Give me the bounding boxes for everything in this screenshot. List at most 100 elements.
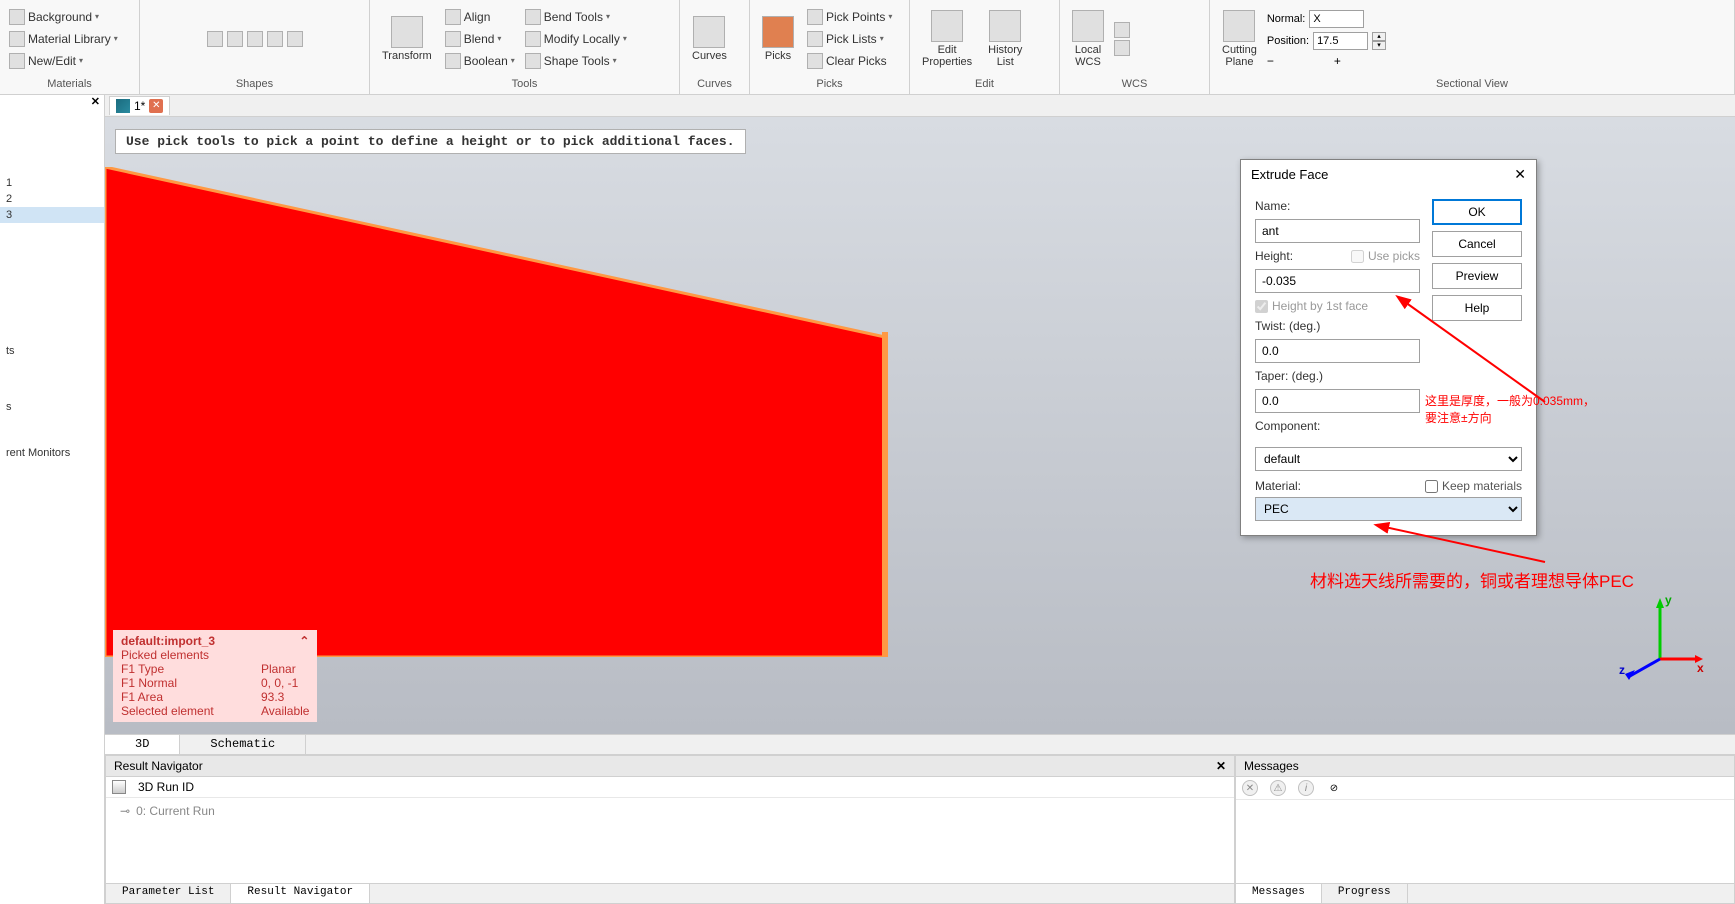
parameter-list-tab[interactable]: Parameter List [106,884,231,903]
local-wcs-button[interactable]: Local WCS [1066,8,1110,70]
filter-icon[interactable] [112,780,126,794]
document-tabs: 1* ✕ [105,95,1735,117]
height-input[interactable] [1255,269,1420,293]
document-tab[interactable]: 1* ✕ [109,96,170,115]
wcs-group-label: WCS [1066,75,1203,92]
edit-group-label: Edit [916,75,1053,92]
tree-item[interactable]: s [0,399,104,415]
annotation-thickness: 这里是厚度，一般为0.035mm， 要注意±方向 [1425,392,1735,426]
component-select[interactable]: default [1255,447,1522,471]
error-filter-icon[interactable]: ✕ [1242,780,1258,796]
result-navigator-tab[interactable]: Result Navigator [231,884,370,903]
pick-hint: Use pick tools to pick a point to define… [115,129,746,154]
ok-button[interactable]: OK [1432,199,1522,225]
curves-group-label: Curves [686,75,743,92]
twist-input[interactable] [1255,339,1420,363]
shape-cone-icon[interactable] [267,31,283,47]
close-icon[interactable]: ✕ [91,95,100,108]
bend-tools-button[interactable]: Bend Tools▾ [522,7,630,27]
tab-close-icon[interactable]: ✕ [149,99,163,113]
clear-messages-icon[interactable]: ⊘ [1326,780,1342,796]
normal-label: Normal: [1267,13,1306,25]
twist-label: Twist: (deg.) [1255,319,1420,333]
edit-properties-button[interactable]: Edit Properties [916,8,978,70]
messages-tab[interactable]: Messages [1236,884,1322,903]
background-button[interactable]: Background▾ [6,7,121,27]
shape-cube-icon[interactable] [207,31,223,47]
schematic-tab[interactable]: Schematic [180,735,306,754]
materials-group-label: Materials [6,75,133,92]
slider-minus[interactable]: − [1267,54,1274,68]
material-library-button[interactable]: Material Library▾ [6,29,121,49]
shape-sphere-icon[interactable] [227,31,243,47]
curves-button[interactable]: Curves [686,14,733,64]
warning-filter-icon[interactable]: ⚠ [1270,780,1286,796]
cst-file-icon [116,99,130,113]
shape-cylinder-icon[interactable] [247,31,263,47]
extrude-face-dialog: Extrude Face ✕ Name: Height: Use picks H… [1240,159,1537,536]
boolean-button[interactable]: Boolean▾ [442,51,518,71]
help-button[interactable]: Help [1432,295,1522,321]
tree-item[interactable]: ts [0,343,104,359]
new-edit-button[interactable]: New/Edit▾ [6,51,121,71]
ribbon-toolbar: Background▾ Material Library▾ New/Edit▾ … [0,0,1735,95]
shape-tools-button[interactable]: Shape Tools▾ [522,51,630,71]
clear-picks-button[interactable]: Clear Picks [804,51,895,71]
normal-input[interactable] [1309,10,1364,28]
tab-label: 1* [134,99,145,113]
pick-lists-button[interactable]: Pick Lists▾ [804,29,895,49]
name-input[interactable] [1255,219,1420,243]
picks-button[interactable]: Picks [756,14,800,64]
preview-button[interactable]: Preview [1432,263,1522,289]
position-input[interactable] [1313,32,1368,50]
shapes-group-label: Shapes [146,75,363,92]
modify-locally-button[interactable]: Modify Locally▾ [522,29,630,49]
name-label: Name: [1255,199,1420,213]
tree-item[interactable]: 2 [0,191,104,207]
3d-viewport[interactable]: Use pick tools to pick a point to define… [105,117,1735,734]
align-button[interactable]: Align [442,7,518,27]
view-tabs: 3D Schematic [105,734,1735,754]
height-by-face-checkbox [1255,300,1268,313]
tree-item[interactable]: rent Monitors [0,445,104,461]
run-id-label: 3D Run ID [138,780,194,794]
tree-item[interactable]: 1 [0,175,104,191]
taper-label: Taper: (deg.) [1255,369,1420,383]
result-navigator-panel: Result Navigator ✕ 3D Run ID ⊸0: Current … [105,755,1235,904]
history-list-button[interactable]: History List [982,8,1028,70]
panel-close-icon[interactable]: ✕ [1216,759,1226,773]
svg-text:x: x [1697,661,1704,675]
position-down[interactable]: ▾ [1372,41,1386,50]
progress-tab[interactable]: Progress [1322,884,1408,903]
transform-button[interactable]: Transform [376,14,438,64]
picks-group-label: Picks [756,75,903,92]
info-filter-icon[interactable]: i [1298,780,1314,796]
position-up[interactable]: ▴ [1372,32,1386,41]
navigation-tree: ✕ 1 2 3 ts s rent Monitors [0,95,105,904]
cutting-plane-button[interactable]: Cutting Plane [1216,8,1263,70]
use-picks-checkbox [1351,250,1364,263]
current-run-item[interactable]: ⊸0: Current Run [116,802,1224,820]
3d-tab[interactable]: 3D [105,735,180,754]
pick-points-button[interactable]: Pick Points▾ [804,7,895,27]
messages-panel: Messages ✕ ⚠ i ⊘ Messages Progress [1235,755,1735,904]
panel-title: Result Navigator [114,759,203,773]
tree-item[interactable]: 3 [0,207,104,223]
dialog-close-icon[interactable]: ✕ [1514,166,1526,183]
keep-materials-checkbox[interactable] [1425,480,1438,493]
sectional-group-label: Sectional View [1216,75,1728,92]
component-label: Component: [1255,419,1420,433]
tools-group-label: Tools [376,75,673,92]
collapse-icon[interactable]: ⌃ [299,634,309,648]
material-select[interactable]: PEC [1255,497,1522,521]
slider-plus[interactable]: + [1334,54,1341,68]
height-label: Height: [1255,249,1293,263]
svg-text:y: y [1665,594,1672,607]
blend-button[interactable]: Blend▾ [442,29,518,49]
wcs-icon-1[interactable] [1114,22,1130,38]
taper-input[interactable] [1255,389,1420,413]
cancel-button[interactable]: Cancel [1432,231,1522,257]
wcs-icon-2[interactable] [1114,40,1130,56]
material-label: Material: [1255,479,1301,493]
shape-torus-icon[interactable] [287,31,303,47]
